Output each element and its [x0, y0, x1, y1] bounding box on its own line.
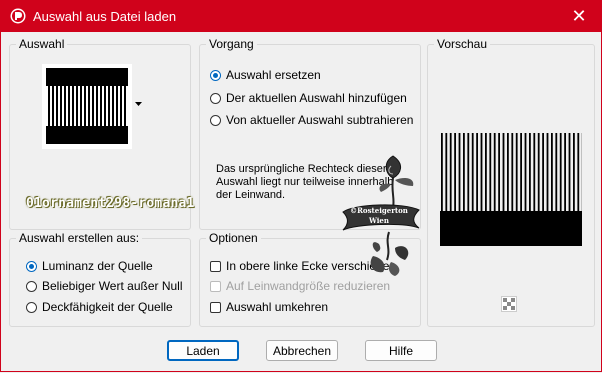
selection-preview-image	[46, 68, 128, 144]
erstellen-legend: Auswahl erstellen aus:	[16, 231, 143, 245]
radio-opacity[interactable]: Deckfähigkeit der Quelle	[26, 300, 173, 314]
radio-label: Auswahl ersetzen	[226, 68, 321, 82]
paintshop-icon	[10, 8, 26, 24]
watermark-text: 01ornament298-romana1	[26, 196, 195, 211]
radio-button[interactable]	[210, 69, 221, 81]
stamp-line: ©Rosteigerton	[350, 206, 408, 215]
radio-button[interactable]	[210, 114, 221, 126]
radio-button[interactable]	[26, 301, 37, 313]
stamp-text: ©Rosteigerton Wien	[341, 206, 417, 226]
vorschau-legend: Vorschau	[434, 37, 491, 51]
radio-label: Deckfähigkeit der Quelle	[42, 300, 173, 314]
checkbox-label: Auswahl umkehren	[226, 300, 329, 314]
window-title: Auswahl aus Datei laden	[33, 9, 177, 24]
checkerboard-icon[interactable]	[501, 296, 517, 312]
close-button[interactable]: ✕	[556, 0, 602, 32]
radio-label: Luminanz der Quelle	[42, 259, 153, 273]
cancel-button[interactable]: Abbrechen	[266, 340, 338, 361]
radio-button[interactable]	[26, 280, 37, 292]
radio-label: Von aktueller Auswahl subtrahieren	[226, 113, 414, 127]
radio-luminance[interactable]: Luminanz der Quelle	[26, 259, 153, 273]
stamp-line: Wien	[369, 216, 389, 225]
check-invert[interactable]: Auswahl umkehren	[210, 300, 328, 314]
optionen-legend: Optionen	[206, 231, 261, 245]
radio-button[interactable]	[210, 92, 221, 104]
checkbox[interactable]	[210, 301, 221, 313]
radio-label: Der aktuellen Auswahl hinzufügen	[226, 91, 407, 105]
checkbox-label: Auf Leinwandgröße reduzieren	[226, 279, 391, 293]
dropdown-arrow-icon[interactable]	[135, 102, 142, 107]
radio-subtract[interactable]: Von aktueller Auswahl subtrahieren	[210, 113, 413, 127]
radio-add[interactable]: Der aktuellen Auswahl hinzufügen	[210, 91, 407, 105]
radio-button[interactable]	[26, 260, 37, 272]
selection-thumbnail[interactable]	[42, 64, 132, 149]
check-crop-canvas: Auf Leinwandgröße reduzieren	[210, 279, 390, 293]
radio-label: Beliebiger Wert außer Null	[42, 279, 183, 293]
help-button[interactable]: Hilfe	[365, 340, 437, 361]
preview-image	[440, 133, 582, 246]
auswahl-legend: Auswahl	[16, 37, 68, 51]
vorschau-group: Vorschau	[427, 37, 595, 327]
close-icon: ✕	[571, 5, 587, 26]
title-bar: Auswahl aus Datei laden ✕	[0, 0, 602, 32]
load-button[interactable]: Laden	[167, 340, 239, 361]
checkbox	[210, 280, 221, 292]
vorgang-legend: Vorgang	[206, 37, 257, 51]
radio-replace[interactable]: Auswahl ersetzen	[210, 68, 321, 82]
checkbox[interactable]	[210, 260, 221, 272]
radio-nonzero[interactable]: Beliebiger Wert außer Null	[26, 279, 183, 293]
